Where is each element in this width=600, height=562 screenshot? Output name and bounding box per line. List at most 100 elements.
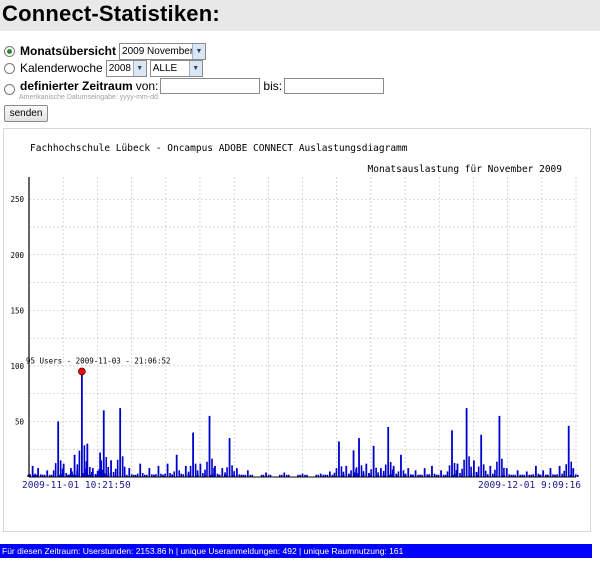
series-activity xyxy=(121,456,124,477)
y-tick-label: 100 xyxy=(10,362,24,371)
send-button[interactable]: senden xyxy=(4,105,48,122)
series-activity xyxy=(98,469,101,477)
year-select[interactable]: 2008 ▼ xyxy=(105,59,147,77)
series-activity xyxy=(353,472,356,477)
series-activity xyxy=(482,464,485,477)
series-spike xyxy=(166,463,169,477)
series-activity xyxy=(382,471,385,477)
option-date-range-label: definierter Zeitraum xyxy=(20,79,133,93)
series-activity xyxy=(563,470,566,477)
series-activity xyxy=(76,464,79,477)
series-activity xyxy=(71,471,73,477)
radio-calendar-week[interactable] xyxy=(4,62,15,74)
series-activity xyxy=(446,471,449,477)
series-spike xyxy=(128,468,131,477)
series-spike xyxy=(472,460,475,477)
series-activity xyxy=(370,469,372,477)
series-activity xyxy=(54,463,57,477)
option-date-range: definierter Zeitraum von: bis: xyxy=(4,77,385,95)
to-label: bis: xyxy=(263,79,283,93)
series-spike xyxy=(91,468,94,477)
date-format-hint: Amerikanische Datumseingabe: yyyy-mm-dd xyxy=(19,94,158,101)
series-spike xyxy=(358,438,360,477)
series-spike xyxy=(440,470,442,477)
series-spike xyxy=(148,468,151,477)
series-spike xyxy=(456,463,459,477)
chevron-down-icon[interactable]: ▼ xyxy=(132,60,146,76)
series-activity xyxy=(397,471,400,477)
series-activity xyxy=(112,472,115,477)
chart-series xyxy=(27,371,579,477)
series-activity xyxy=(141,473,144,477)
radio-month-overview[interactable] xyxy=(4,45,15,57)
series-spike xyxy=(110,460,112,477)
series-spike xyxy=(37,468,40,477)
series-spike xyxy=(328,471,331,477)
chart-panel: Fachhochschule Lübeck - Oncampus ADOBE C… xyxy=(3,128,591,532)
series-spike xyxy=(139,463,142,477)
series-activity xyxy=(494,469,496,477)
series-activity xyxy=(84,468,86,477)
series-spike xyxy=(199,463,202,477)
to-date-input[interactable] xyxy=(284,78,385,94)
series-spike xyxy=(192,432,194,477)
chevron-down-icon[interactable]: ▼ xyxy=(188,60,202,76)
series-activity xyxy=(189,465,192,477)
week-select[interactable]: ALLE ▼ xyxy=(149,59,203,77)
series-activity xyxy=(461,468,463,477)
series-spike xyxy=(451,430,453,477)
series-spike xyxy=(184,465,187,477)
series-activity xyxy=(468,456,470,477)
series-spike xyxy=(549,468,552,477)
series-activity xyxy=(107,472,110,477)
series-spike xyxy=(489,465,492,477)
series-spike xyxy=(572,468,575,477)
series-activity xyxy=(501,458,503,477)
series-spike xyxy=(345,465,348,477)
series-activity xyxy=(576,474,579,477)
usage-chart: Fachhochschule Lübeck - Oncampus ADOBE C… xyxy=(10,143,581,491)
series-activity xyxy=(224,472,226,477)
series-activity xyxy=(570,461,573,477)
series-spike xyxy=(338,441,340,477)
y-tick-label: 250 xyxy=(10,195,24,204)
series-spike xyxy=(400,454,402,477)
series-activity xyxy=(496,461,498,477)
series-spike xyxy=(214,465,216,477)
series-activity xyxy=(226,467,228,477)
series-activity xyxy=(470,472,473,477)
peak-marker xyxy=(78,367,86,376)
series-activity xyxy=(78,450,81,477)
series-spike xyxy=(102,410,105,477)
series-spike xyxy=(387,427,390,477)
series-spike xyxy=(372,445,375,477)
from-date-input[interactable] xyxy=(160,78,261,94)
series-activity xyxy=(477,466,480,477)
from-label: von: xyxy=(135,79,159,93)
series-activity xyxy=(350,470,352,477)
option-calendar-week: Kalenderwoche 2008 ▼ ALLE ▼ xyxy=(4,59,206,77)
year-select-value: 2008 xyxy=(108,62,131,74)
series-spike xyxy=(534,465,537,477)
chevron-down-icon[interactable]: ▼ xyxy=(192,43,206,59)
series-spike xyxy=(208,415,211,477)
y-tick-label: 50 xyxy=(15,417,25,426)
series-activity xyxy=(116,459,119,477)
month-select-value: 2009 November xyxy=(122,45,194,57)
series-activity xyxy=(96,470,99,477)
y-tick-label: 200 xyxy=(10,251,24,260)
series-spike xyxy=(465,408,468,477)
month-select[interactable]: 2009 November ▼ xyxy=(119,42,207,60)
series-activity xyxy=(52,470,55,477)
series-activity xyxy=(565,464,568,477)
series-spike xyxy=(221,468,224,477)
series-activity xyxy=(206,461,208,477)
page-header: Connect-Statistiken: xyxy=(0,0,600,31)
series-activity xyxy=(202,473,204,477)
radio-date-range[interactable] xyxy=(4,83,15,95)
summary-footer: Für diesen Zeitraum: Userstunden: 2153.8… xyxy=(0,544,592,558)
series-activity xyxy=(368,473,370,477)
series-activity xyxy=(459,473,461,477)
series-activity xyxy=(173,471,175,477)
peak-label: 95 Users - 2009-11-03 - 21:06:52 xyxy=(26,356,171,365)
